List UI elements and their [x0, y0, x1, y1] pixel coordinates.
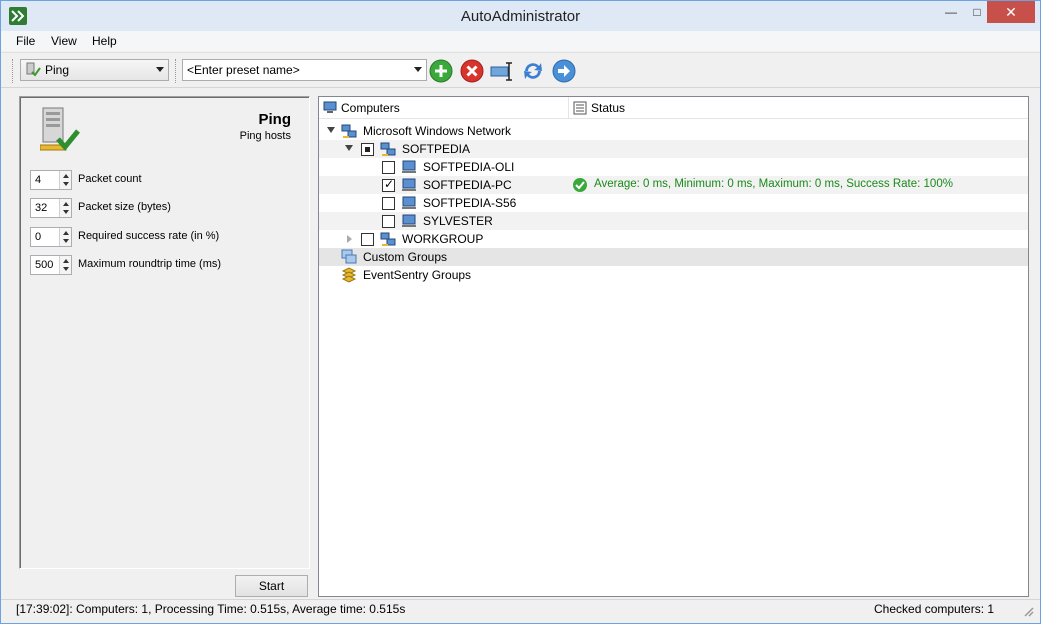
menu-view[interactable]: View: [51, 34, 77, 48]
column-separator[interactable]: [568, 97, 569, 119]
minimize-button[interactable]: —: [937, 1, 965, 23]
forward-button[interactable]: [552, 59, 576, 83]
app-window: AutoAdministrator — □ ✕ File View Help P…: [0, 0, 1041, 624]
tree-node-computer[interactable]: SOFTPEDIA-S56: [319, 194, 1028, 212]
tree-node-computer[interactable]: SYLVESTER: [319, 212, 1028, 230]
stepper-buttons[interactable]: [59, 171, 71, 189]
menu-bar: File View Help: [1, 31, 1040, 51]
rename-preset-button[interactable]: [490, 59, 514, 83]
custom-groups-icon: [341, 249, 357, 264]
tree-node-softpedia[interactable]: SOFTPEDIA: [319, 140, 1028, 158]
computer-checkbox[interactable]: [382, 161, 395, 174]
stepper-buttons[interactable]: [59, 256, 71, 274]
eventsentry-groups-icon: [341, 267, 357, 283]
packet-count-stepper[interactable]: 4: [30, 170, 72, 190]
toolbar-grip[interactable]: [12, 59, 15, 83]
delete-preset-button[interactable]: [460, 59, 484, 83]
chevron-down-icon: [156, 67, 164, 72]
packet-count-value: 4: [35, 174, 42, 186]
computer-icon: [402, 160, 416, 173]
computer-icon: [402, 214, 416, 227]
workgroup-icon: [380, 142, 396, 156]
tree-node-computer[interactable]: SOFTPEDIA-PC Average: 0 ms, Minimum: 0 m…: [319, 176, 1028, 194]
success-rate-stepper[interactable]: 0: [30, 227, 72, 247]
toolbar: Ping <Enter preset name>: [1, 52, 1040, 88]
stepper-buttons[interactable]: [59, 228, 71, 246]
refresh-button[interactable]: [521, 59, 545, 83]
max-roundtrip-label: Maximum roundtrip time (ms): [78, 258, 222, 270]
plugin-title: Ping: [258, 111, 292, 128]
packet-count-label: Packet count: [78, 173, 142, 185]
ping-status-text: Average: 0 ms, Minimum: 0 ms, Maximum: 0…: [594, 178, 953, 190]
tree-node-label: SOFTPEDIA-S56: [423, 196, 517, 210]
add-preset-button[interactable]: [429, 59, 453, 83]
packet-size-stepper[interactable]: 32: [30, 198, 72, 218]
computer-checkbox[interactable]: [382, 215, 395, 228]
tree-node-label: SOFTPEDIA: [402, 142, 471, 156]
plugin-subtitle: Ping hosts: [239, 130, 291, 142]
tree-node-label: WORKGROUP: [402, 232, 484, 246]
menu-file[interactable]: File: [16, 34, 35, 48]
title-bar: AutoAdministrator — □ ✕: [1, 1, 1040, 31]
resize-grip-icon[interactable]: [1021, 604, 1035, 618]
computer-tree: Computers Status Microsoft Windows Netwo…: [318, 96, 1029, 597]
tree-node-label: Microsoft Windows Network: [363, 124, 512, 138]
plugin-settings-panel: Ping Ping hosts 4 Packet count 32 Packet…: [19, 96, 310, 569]
success-rate-label: Required success rate (in %): [78, 230, 220, 242]
computer-icon: [402, 178, 416, 191]
network-icon: [341, 124, 357, 138]
tree-node-eventsentry-groups[interactable]: EventSentry Groups: [319, 266, 1028, 284]
tree-header: Computers Status: [319, 97, 1028, 119]
packet-size-value: 32: [35, 202, 48, 214]
tree-node-workgroup[interactable]: WORKGROUP: [319, 230, 1028, 248]
start-button[interactable]: Start: [235, 575, 308, 597]
computer-checkbox[interactable]: [382, 197, 395, 210]
max-roundtrip-stepper[interactable]: 500: [30, 255, 72, 275]
tree-node-computer[interactable]: SOFTPEDIA-OLI: [319, 158, 1028, 176]
tree-node-custom-groups[interactable]: Custom Groups: [319, 248, 1028, 266]
workgroup-icon: [380, 232, 396, 246]
menu-help[interactable]: Help: [92, 34, 117, 48]
collapse-arrow-icon[interactable]: [327, 127, 335, 133]
computer-icon: [323, 101, 337, 113]
column-status[interactable]: Status: [573, 97, 625, 119]
close-button[interactable]: ✕: [987, 1, 1035, 23]
checked-computers-count: Checked computers: 1: [874, 602, 995, 616]
status-bar: [17:39:02]: Computers: 1, Processing Tim…: [1, 599, 1040, 623]
computer-checkbox[interactable]: [382, 177, 395, 192]
tree-node-label: SOFTPEDIA-PC: [423, 178, 512, 192]
success-rate-value: 0: [35, 231, 42, 243]
workgroup-checkbox[interactable]: [361, 233, 374, 246]
column-status-label: Status: [591, 101, 626, 115]
softpedia-checkbox[interactable]: [361, 143, 374, 156]
stepper-buttons[interactable]: [59, 199, 71, 217]
collapse-arrow-icon[interactable]: [345, 145, 353, 151]
expand-arrow-icon[interactable]: [347, 235, 352, 243]
ping-plugin-icon: [26, 62, 41, 77]
plugin-select-value: Ping: [45, 63, 70, 77]
column-computers[interactable]: Computers: [323, 97, 400, 119]
tree-node-label: EventSentry Groups: [363, 268, 472, 282]
tree-node-label: Custom Groups: [363, 250, 448, 264]
tree-node-label: SYLVESTER: [423, 214, 493, 228]
success-check-icon: [573, 178, 587, 192]
max-roundtrip-value: 500: [35, 259, 54, 271]
chevron-down-icon: [414, 67, 422, 72]
computer-icon: [402, 196, 416, 209]
plugin-select[interactable]: Ping: [20, 59, 169, 81]
toolbar-grip-2[interactable]: [175, 59, 178, 83]
window-title: AutoAdministrator: [460, 8, 581, 25]
status-summary: [17:39:02]: Computers: 1, Processing Tim…: [16, 602, 406, 616]
tree-node-label: SOFTPEDIA-OLI: [423, 160, 515, 174]
column-computers-label: Computers: [341, 101, 400, 115]
tree-node-network[interactable]: Microsoft Windows Network: [319, 122, 1028, 140]
status-list-icon: [573, 101, 587, 115]
packet-size-label: Packet size (bytes): [78, 201, 171, 213]
server-check-icon: [40, 107, 80, 151]
preset-name-combo[interactable]: <Enter preset name>: [182, 59, 427, 81]
preset-name-placeholder: <Enter preset name>: [187, 63, 300, 77]
